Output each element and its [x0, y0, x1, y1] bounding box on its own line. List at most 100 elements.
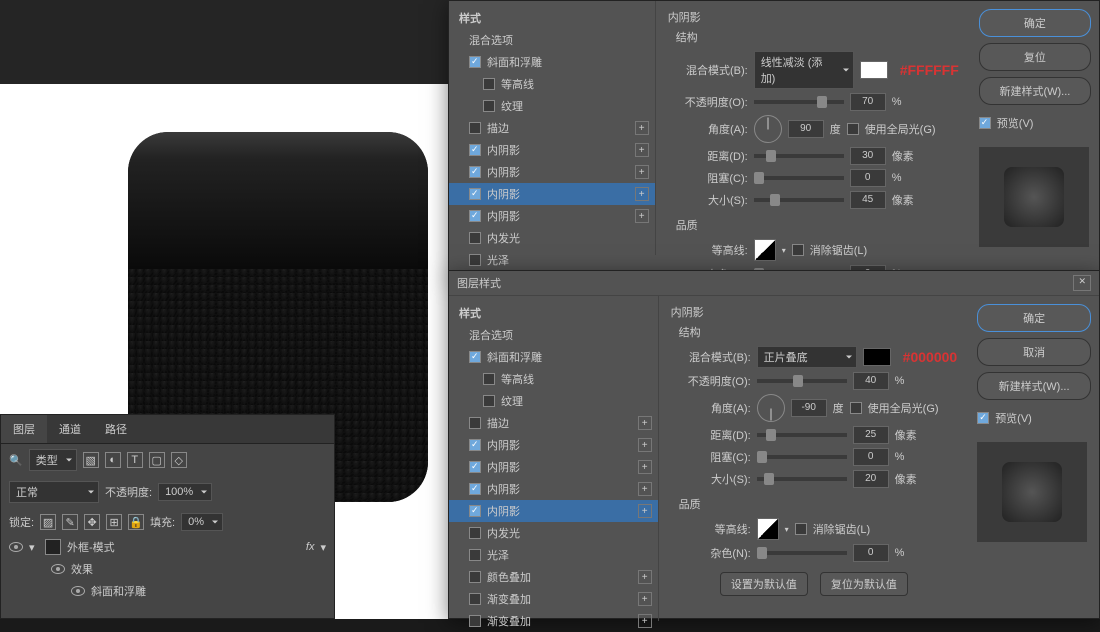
- close-icon[interactable]: ✕: [1073, 275, 1091, 291]
- style-item[interactable]: 内阴影+: [449, 434, 658, 456]
- style-checkbox[interactable]: [469, 188, 481, 200]
- style-item[interactable]: 内阴影+: [449, 139, 655, 161]
- style-item[interactable]: 内发光: [449, 522, 658, 544]
- style-item[interactable]: 纹理: [449, 390, 658, 412]
- opacity-input[interactable]: 40: [853, 372, 889, 390]
- fx-badge[interactable]: fx: [306, 541, 315, 553]
- add-effect-icon[interactable]: +: [638, 416, 652, 430]
- add-effect-icon[interactable]: +: [635, 165, 649, 179]
- style-item[interactable]: 内阴影+: [449, 478, 658, 500]
- lock-transparent-icon[interactable]: ▨: [40, 514, 56, 530]
- tab-layers[interactable]: 图层: [1, 415, 47, 443]
- style-checkbox[interactable]: [483, 100, 495, 112]
- style-checkbox[interactable]: [469, 505, 481, 517]
- filter-smart-icon[interactable]: ◇: [171, 452, 187, 468]
- style-item[interactable]: 渐变叠加+: [449, 610, 658, 632]
- antialias-checkbox[interactable]: [792, 244, 804, 256]
- opacity-input[interactable]: 70: [850, 93, 886, 111]
- fx-expand-icon[interactable]: ▾: [320, 541, 326, 554]
- reset-default-button[interactable]: 复位为默认值: [820, 572, 908, 596]
- noise-input[interactable]: 0: [853, 544, 889, 562]
- global-light-checkbox[interactable]: [850, 402, 862, 414]
- distance-input[interactable]: 25: [853, 426, 889, 444]
- style-checkbox[interactable]: [469, 461, 481, 473]
- add-effect-icon[interactable]: +: [638, 438, 652, 452]
- style-item[interactable]: 描边+: [449, 117, 655, 139]
- style-checkbox[interactable]: [469, 615, 481, 627]
- style-item[interactable]: 光泽: [449, 249, 655, 271]
- color-swatch[interactable]: [863, 348, 891, 366]
- style-item[interactable]: 斜面和浮雕: [449, 51, 655, 73]
- add-effect-icon[interactable]: +: [635, 143, 649, 157]
- style-item[interactable]: 内阴影+: [449, 183, 655, 205]
- ok-button[interactable]: 确定: [977, 304, 1091, 332]
- global-light-checkbox[interactable]: [847, 123, 859, 135]
- style-checkbox[interactable]: [469, 439, 481, 451]
- style-checkbox[interactable]: [469, 483, 481, 495]
- dialog-titlebar[interactable]: 图层样式 ✕: [449, 271, 1099, 296]
- style-item[interactable]: 斜面和浮雕: [449, 346, 658, 368]
- add-effect-icon[interactable]: +: [635, 121, 649, 135]
- set-default-button[interactable]: 设置为默认值: [720, 572, 808, 596]
- tab-channels[interactable]: 通道: [47, 415, 93, 443]
- effects-row[interactable]: 效果: [1, 558, 334, 580]
- effect-item-row[interactable]: 斜面和浮雕: [1, 580, 334, 602]
- style-item[interactable]: 等高线: [449, 368, 658, 390]
- distance-slider[interactable]: [754, 154, 844, 158]
- lock-move-icon[interactable]: ✥: [84, 514, 100, 530]
- style-checkbox[interactable]: [469, 254, 481, 266]
- preview-checkbox[interactable]: [979, 117, 991, 129]
- style-item[interactable]: 纹理: [449, 95, 655, 117]
- style-checkbox[interactable]: [483, 373, 495, 385]
- style-item[interactable]: 渐变叠加+: [449, 588, 658, 610]
- add-effect-icon[interactable]: +: [635, 187, 649, 201]
- style-checkbox[interactable]: [469, 56, 481, 68]
- size-slider[interactable]: [757, 477, 847, 481]
- style-checkbox[interactable]: [469, 351, 481, 363]
- filter-adjust-icon[interactable]: ◐: [105, 452, 121, 468]
- style-item[interactable]: 光泽: [449, 544, 658, 566]
- distance-input[interactable]: 30: [850, 147, 886, 165]
- angle-control[interactable]: [754, 115, 782, 143]
- tab-paths[interactable]: 路径: [93, 415, 139, 443]
- style-item[interactable]: 颜色叠加+: [449, 566, 658, 588]
- add-effect-icon[interactable]: +: [638, 614, 652, 628]
- contour-picker[interactable]: [757, 518, 779, 540]
- new-style-button[interactable]: 新建样式(W)...: [979, 77, 1091, 105]
- opacity-value[interactable]: 100%: [158, 483, 212, 501]
- choke-slider[interactable]: [757, 455, 847, 459]
- style-checkbox[interactable]: [469, 549, 481, 561]
- reset-button[interactable]: 复位: [979, 43, 1091, 71]
- blend-options[interactable]: 混合选项: [449, 324, 658, 346]
- style-checkbox[interactable]: [469, 166, 481, 178]
- choke-input[interactable]: 0: [850, 169, 886, 187]
- add-effect-icon[interactable]: +: [638, 482, 652, 496]
- filter-icon[interactable]: 🔍: [9, 454, 23, 467]
- lock-brush-icon[interactable]: ✎: [62, 514, 78, 530]
- lock-artboard-icon[interactable]: ⊞: [106, 514, 122, 530]
- style-item[interactable]: 内阴影+: [449, 205, 655, 227]
- choke-input[interactable]: 0: [853, 448, 889, 466]
- filter-type[interactable]: 类型: [29, 449, 77, 471]
- style-checkbox[interactable]: [469, 144, 481, 156]
- style-checkbox[interactable]: [469, 417, 481, 429]
- cancel-button[interactable]: 取消: [977, 338, 1091, 366]
- noise-slider[interactable]: [757, 551, 847, 555]
- size-slider[interactable]: [754, 198, 844, 202]
- visibility-icon[interactable]: [51, 564, 65, 574]
- style-item[interactable]: 内发光: [449, 227, 655, 249]
- visibility-icon[interactable]: [9, 542, 23, 552]
- choke-slider[interactable]: [754, 176, 844, 180]
- add-effect-icon[interactable]: +: [638, 570, 652, 584]
- add-effect-icon[interactable]: +: [638, 460, 652, 474]
- style-item[interactable]: 内阴影+: [449, 456, 658, 478]
- antialias-checkbox[interactable]: [795, 523, 807, 535]
- new-style-button[interactable]: 新建样式(W)...: [977, 372, 1091, 400]
- style-checkbox[interactable]: [469, 571, 481, 583]
- filter-shape-icon[interactable]: ▢: [149, 452, 165, 468]
- style-item[interactable]: 等高线: [449, 73, 655, 95]
- add-effect-icon[interactable]: +: [638, 592, 652, 606]
- size-input[interactable]: 45: [850, 191, 886, 209]
- add-effect-icon[interactable]: +: [638, 504, 652, 518]
- angle-input[interactable]: -90: [791, 399, 827, 417]
